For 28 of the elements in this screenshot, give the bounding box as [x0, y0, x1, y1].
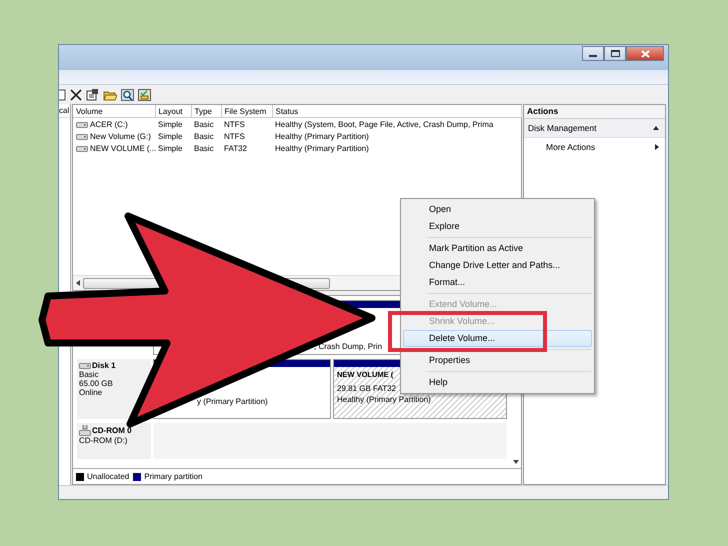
disk-size: 65.00 GB	[79, 379, 114, 388]
drive-letter: CD-ROM (D:)	[79, 436, 128, 445]
drive-name: CD-ROM 0	[92, 426, 132, 435]
table-cell: Simple	[155, 118, 191, 130]
partition-status: , Crash Dump, Prin	[314, 341, 382, 352]
disk-state: Online	[79, 388, 104, 397]
table-cell: Basic	[191, 118, 221, 130]
partition-status: Healthy (Primary Partition)	[337, 394, 431, 405]
table-cell-text: NTFS	[223, 130, 246, 142]
disk-type: Basic	[79, 370, 100, 379]
volume-name: ACER (C:)	[90, 120, 128, 128]
partition-size: 29.81 GB FAT32	[337, 383, 396, 394]
volume-name: NEW VOLUME (...	[90, 144, 156, 152]
table-cell-text: FAT32	[223, 142, 248, 154]
table-cell-text: Basic	[193, 130, 215, 142]
pane-header: Actions	[524, 105, 665, 119]
disk-name: Disk 1	[92, 361, 116, 370]
table-cell-text: Basic	[193, 142, 215, 154]
partition-status: y (Primary Partition)	[196, 396, 268, 407]
legend-label: Primary partition	[144, 472, 202, 481]
table-cell: Simple	[155, 142, 191, 154]
table-cell: NTFS	[221, 118, 272, 130]
volume-name: New Volume (G:)	[90, 132, 151, 140]
table-cell-text: Healthy (Primary Partition)	[274, 142, 370, 154]
legend-label: Unallocated	[87, 472, 130, 481]
table-cell-text: Simple	[157, 130, 184, 142]
table-cell: Healthy (System, Boot, Page File, Active, Crash Dump, Prima	[272, 118, 521, 130]
table-cell-text: Healthy (Primary Partition)	[274, 130, 370, 142]
